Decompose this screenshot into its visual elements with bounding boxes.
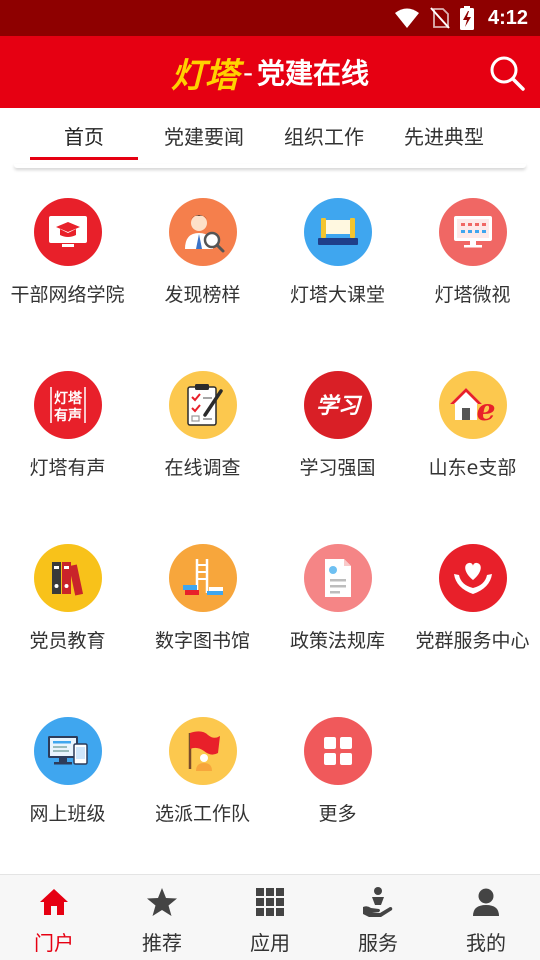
no-sim-icon [430, 7, 450, 29]
title-dash: - [242, 55, 254, 89]
grid-item-discover-models[interactable]: 发现榜样 [135, 178, 270, 351]
battery-icon [459, 6, 474, 30]
book-stage-icon [303, 198, 372, 266]
tab-home[interactable]: 首页 [24, 108, 144, 162]
nav-item-portal[interactable]: 门户 [0, 875, 108, 960]
service-hand-icon [361, 885, 395, 919]
grid-item-lighthouse-video[interactable]: 灯塔微视 [405, 178, 540, 351]
nav-item-recommend[interactable]: 推荐 [108, 875, 216, 960]
grid-item-label: 选派工作队 [154, 803, 250, 825]
binders-icon [33, 544, 102, 612]
grid-item-service-center[interactable]: 党群服务中心 [405, 524, 540, 697]
house-e-icon: e [438, 371, 507, 439]
nav-item-apps[interactable]: 应用 [216, 875, 324, 960]
grid-item-digital-library[interactable]: 数字图书馆 [135, 524, 270, 697]
grid-item-online-class[interactable]: 网上班级 [0, 697, 135, 870]
app-grid: 干部网络学院 发现榜样 灯塔大课堂 灯塔微视 灯塔 有声 灯塔有声 在线调查 学… [0, 178, 540, 870]
clipboard-survey-icon [168, 371, 237, 439]
tabs-divider [14, 164, 526, 168]
grid-item-dispatched-team[interactable]: 选派工作队 [135, 697, 270, 870]
status-icons: 4:12 [394, 6, 528, 30]
graduation-cap-monitor-icon [33, 198, 102, 266]
nav-label: 推荐 [142, 931, 182, 955]
hands-heart-icon [438, 544, 507, 612]
grid-item-label: 网上班级 [29, 803, 106, 825]
person-search-icon [168, 198, 237, 266]
monitor-icon [438, 198, 507, 266]
grid-item-member-education[interactable]: 党员教育 [0, 524, 135, 697]
grid-item-label: 政策法规库 [289, 630, 385, 652]
audio-logo-icon: 灯塔 有声 [33, 371, 102, 439]
star-icon [145, 885, 179, 919]
grid-item-lighthouse-audio[interactable]: 灯塔 有声 灯塔有声 [0, 351, 135, 524]
grid-item-policy-library[interactable]: 政策法规库 [270, 524, 405, 697]
audio-logo-text-bottom: 有声 [54, 407, 82, 424]
grid-item-label: 党群服务中心 [415, 630, 530, 652]
grid-item-shandong-e-branch[interactable]: e 山东e支部 [405, 351, 540, 524]
grid-item-label: 学习强国 [299, 457, 376, 479]
grid-item-label: 灯塔有声 [29, 457, 106, 479]
title-subtitle: 党建在线 [257, 57, 370, 90]
flag-person-icon [168, 717, 237, 785]
grid-item-online-survey[interactable]: 在线调查 [135, 351, 270, 524]
computer-tablet-icon [33, 717, 102, 785]
nav-label: 应用 [250, 931, 290, 955]
user-icon [469, 885, 503, 919]
nav-label: 服务 [358, 931, 398, 955]
audio-logo-text-top: 灯塔 [54, 390, 83, 407]
ladder-books-icon [168, 544, 237, 612]
nav-item-service[interactable]: 服务 [324, 875, 432, 960]
grid-item-more[interactable]: 更多 [270, 697, 405, 870]
tab-advanced-models[interactable]: 先进典型 [384, 108, 504, 162]
nav-item-me[interactable]: 我的 [432, 875, 540, 960]
apps-grid-icon [253, 885, 287, 919]
tab-party-news[interactable]: 党建要闻 [144, 108, 264, 162]
more-grid-icon [303, 717, 372, 785]
app-header: 灯塔 - 党建在线 [0, 36, 540, 108]
home-icon [37, 885, 71, 919]
grid-item-xuexi-qiangguo[interactable]: 学习 学习强国 [270, 351, 405, 524]
grid-item-cadre-academy[interactable]: 干部网络学院 [0, 178, 135, 351]
xuexi-logo-text: 学习 [315, 393, 362, 419]
grid-item-label: 干部网络学院 [10, 284, 125, 306]
search-icon [490, 56, 525, 91]
title-brand: 灯塔 [170, 55, 239, 96]
bottom-nav: 门户 推荐 应用 服务 我的 [0, 874, 540, 960]
app-title: 灯塔 - 党建在线 [0, 36, 540, 108]
wifi-icon [394, 8, 419, 28]
grid-item-label: 发现榜样 [164, 284, 241, 306]
status-bar: 4:12 [0, 0, 540, 36]
grid-item-label: 灯塔微视 [434, 284, 511, 306]
nav-label: 门户 [34, 931, 74, 955]
grid-item-label: 灯塔大课堂 [289, 284, 385, 306]
grid-item-label: 党员教育 [29, 630, 106, 652]
search-button[interactable] [488, 54, 526, 92]
nav-label: 我的 [466, 931, 506, 955]
grid-item-label: 更多 [318, 803, 357, 825]
grid-item-label: 山东e支部 [428, 457, 517, 479]
svg-text:e: e [476, 393, 495, 428]
document-icon [303, 544, 372, 612]
tab-bar: 首页 党建要闻 组织工作 先进典型 [0, 108, 540, 162]
grid-item-lighthouse-classroom[interactable]: 灯塔大课堂 [270, 178, 405, 351]
tab-organization-work[interactable]: 组织工作 [264, 108, 384, 162]
grid-item-label: 在线调查 [164, 457, 241, 479]
xuexi-logo-icon: 学习 [303, 371, 372, 439]
grid-item-label: 数字图书馆 [154, 630, 250, 652]
status-time: 4:12 [487, 6, 528, 29]
